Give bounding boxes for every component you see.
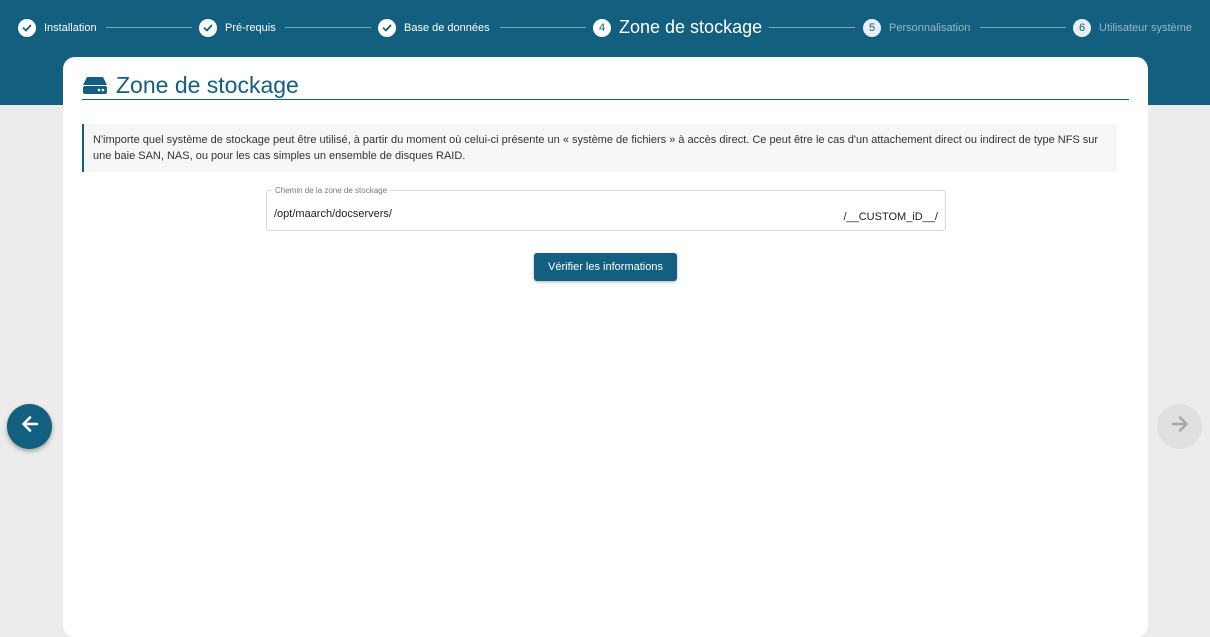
page-title: Zone de stockage (116, 71, 299, 98)
step-zone-de-stockage[interactable]: 4 Zone de stockage (593, 17, 762, 38)
step-connector (106, 27, 192, 28)
check-icon (378, 18, 396, 37)
storage-path-field[interactable]: Chemin de la zone de stockage /opt/maarc… (266, 186, 946, 231)
arrow-right-icon (1170, 414, 1190, 439)
field-label: Chemin de la zone de stockage (272, 186, 391, 195)
step-connector (980, 27, 1066, 28)
stepper: Installation Pré-requis Base de données … (0, 0, 1210, 56)
step-label: Base de données (404, 21, 490, 34)
step-label: Zone de stockage (619, 17, 763, 37)
step-number: 4 (593, 18, 611, 37)
step-connector (285, 27, 371, 28)
step-personnalisation[interactable]: 5 Personnalisation (863, 17, 970, 38)
step-connector (500, 27, 586, 28)
card-header: Zone de stockage (82, 71, 1129, 100)
previous-step-button[interactable] (7, 404, 52, 449)
check-icon (199, 18, 217, 37)
next-step-button[interactable] (1157, 404, 1202, 449)
step-prerequis[interactable]: Pré-requis (199, 17, 276, 38)
step-label: Utilisateur système (1099, 21, 1192, 34)
step-label: Pré-requis (225, 21, 276, 34)
step-number: 6 (1073, 18, 1091, 37)
step-base-de-donnees[interactable]: Base de données (378, 17, 490, 38)
step-label: Personnalisation (889, 21, 971, 34)
verify-button[interactable]: Vérifier les informations (534, 253, 677, 281)
storage-path-input[interactable]: /opt/maarch/docservers/ (274, 208, 392, 220)
step-connector (769, 27, 855, 28)
step-label: Installation (44, 21, 97, 34)
step-utilisateur-systeme[interactable]: 6 Utilisateur système (1073, 17, 1192, 38)
step-number: 5 (863, 18, 881, 37)
info-notice: N'importe quel système de stockage peut … (82, 124, 1117, 172)
field-suffix: /__CUSTOM_iD__/ (843, 211, 938, 223)
hard-drive-icon (82, 75, 108, 95)
arrow-left-icon (20, 414, 40, 439)
main-card: Zone de stockage N'importe quel système … (63, 57, 1148, 637)
check-icon (18, 18, 36, 37)
step-installation[interactable]: Installation (18, 17, 97, 38)
